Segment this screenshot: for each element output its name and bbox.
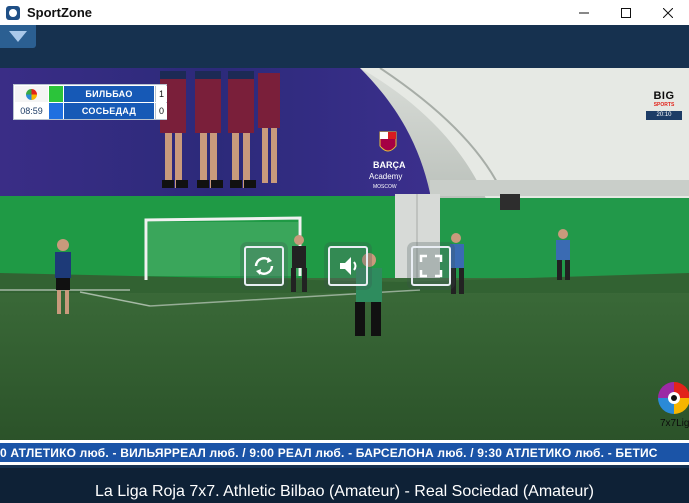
app-logo-icon xyxy=(6,5,20,20)
window-title: SportZone xyxy=(27,5,92,20)
home-team-color xyxy=(49,86,63,102)
toolbar xyxy=(0,25,689,68)
video-player[interactable]: BARÇA Academy MOSCOW xyxy=(0,68,689,444)
broadcaster-logo: BIG SPORTS 20:10 xyxy=(646,90,682,126)
app-window: SportZone BARÇA Academy MOSCOW 08:59 БИЛ… xyxy=(0,0,689,503)
replay-icon xyxy=(254,257,274,275)
home-team-name: БИЛЬБАО xyxy=(64,86,154,102)
broadcaster-clock: 20:10 xyxy=(646,111,682,120)
minimize-icon xyxy=(579,12,589,13)
away-team-color xyxy=(49,103,63,119)
fullscreen-button[interactable] xyxy=(411,246,451,286)
fullscreen-icon xyxy=(419,254,443,278)
replay-button[interactable] xyxy=(244,246,284,286)
close-icon xyxy=(663,7,673,18)
league-watermark-icon xyxy=(658,382,689,414)
menu-toggle-button[interactable] xyxy=(0,25,36,48)
away-team-name: СОСЬЕДАД xyxy=(64,103,154,119)
volume-button[interactable] xyxy=(328,246,368,286)
league-watermark-text: 7x7Lig xyxy=(660,418,689,429)
away-team-score: 0 xyxy=(155,103,167,119)
broadcaster-name: BIG xyxy=(653,90,675,102)
maximize-icon xyxy=(621,7,631,18)
banner-text-1: BARÇA xyxy=(373,160,406,170)
banner-text-3: MOSCOW xyxy=(373,184,397,190)
window-controls xyxy=(563,0,689,25)
scoreboard: 08:59 БИЛЬБАО СОСЬЕДАД 1 0 xyxy=(13,84,167,120)
speaker-icon xyxy=(340,257,357,275)
league-logo-icon xyxy=(15,86,48,102)
broadcaster-sub: SPORTS xyxy=(653,102,675,108)
news-ticker: 0 АТЛЕТИКО люб. - ВИЛЬЯРРЕАЛ люб. / 9:00… xyxy=(0,443,689,465)
chevron-down-icon xyxy=(9,31,27,42)
match-clock: 08:59 xyxy=(15,103,48,119)
minimize-button[interactable] xyxy=(563,0,605,25)
maximize-button[interactable] xyxy=(605,0,647,25)
home-team-score: 1 xyxy=(155,86,167,102)
close-button[interactable] xyxy=(647,0,689,25)
match-title: La Liga Roja 7x7. Athletic Bilbao (Amate… xyxy=(95,483,594,500)
title-bar: SportZone xyxy=(0,0,689,25)
banner-text-2: Academy xyxy=(369,172,402,181)
ticker-text: 0 АТЛЕТИКО люб. - ВИЛЬЯРРЕАЛ люб. / 9:00… xyxy=(0,446,658,460)
league-watermark: 7x7Lig xyxy=(652,380,689,436)
match-info-bar: La Liga Roja 7x7. Athletic Bilbao (Amate… xyxy=(0,468,689,503)
